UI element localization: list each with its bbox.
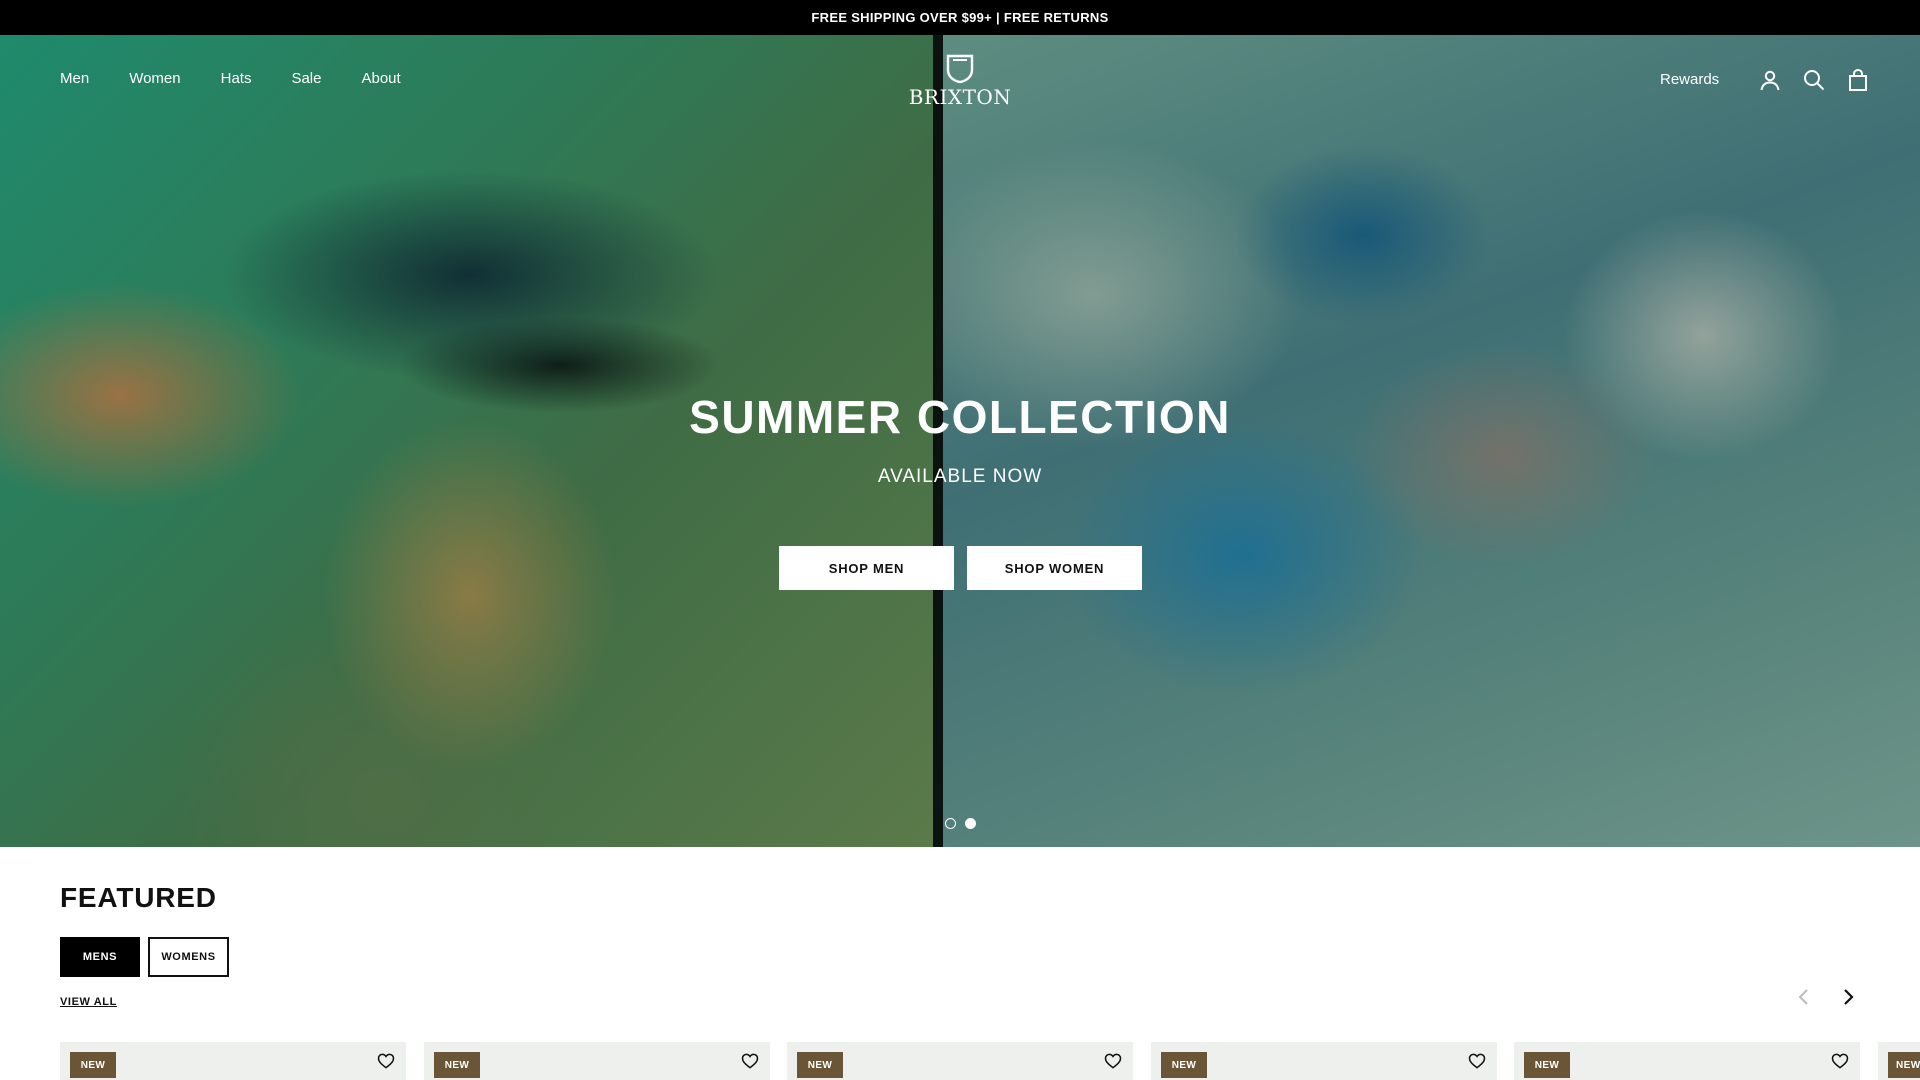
brand-logo[interactable]: BRIXTON [909,54,1011,110]
product-card[interactable]: NEW [1151,1042,1497,1080]
nav-women[interactable]: Women [129,70,180,87]
slide-dot-2[interactable] [965,818,976,829]
product-card[interactable]: NEW [1878,1042,1920,1080]
logo-text: BRIXTON [908,85,1012,109]
product-card[interactable]: NEW [424,1042,770,1080]
nav-about[interactable]: About [361,70,400,87]
bag-icon[interactable] [1846,68,1870,92]
carousel-prev-icon[interactable] [1792,985,1816,1009]
heart-icon[interactable] [740,1051,760,1071]
header-actions: Rewards [1660,68,1920,94]
heart-icon[interactable] [1103,1051,1123,1071]
new-badge: NEW [1888,1052,1920,1078]
slide-dot-1[interactable] [945,818,956,829]
heart-icon[interactable] [1830,1051,1850,1071]
heart-icon[interactable] [376,1051,396,1071]
nav-men[interactable]: Men [60,70,89,87]
shield-logo-icon [946,54,974,84]
announcement-text: FREE SHIPPING OVER $99+ | FREE RETURNS [811,10,1109,25]
account-icon[interactable] [1758,68,1782,92]
new-badge: NEW [1161,1052,1207,1078]
hero-title: SUMMER COLLECTION [689,391,1231,443]
view-all-link[interactable]: VIEW ALL [60,996,117,1008]
new-badge: NEW [434,1052,480,1078]
shop-women-button[interactable]: SHOP WOMEN [967,546,1142,590]
new-badge: NEW [1524,1052,1570,1078]
featured-title: FEATURED [60,882,217,913]
hero-subtitle: AVAILABLE NOW [877,466,1043,487]
product-card[interactable]: NEW [1514,1042,1860,1080]
product-card[interactable]: NEW [787,1042,1133,1080]
shop-men-button[interactable]: SHOP MEN [779,546,954,590]
heart-icon[interactable] [1467,1051,1487,1071]
new-badge: NEW [70,1052,116,1078]
nav-sale[interactable]: Sale [291,70,321,87]
carousel-next-icon[interactable] [1836,985,1860,1009]
rewards-link[interactable]: Rewards [1660,71,1719,88]
new-badge: NEW [797,1052,843,1078]
search-icon[interactable] [1802,68,1826,92]
announcement-bar: FREE SHIPPING OVER $99+ | FREE RETURNS [0,0,1920,35]
main-nav: Men Women Hats Sale About [60,70,441,87]
nav-hats[interactable]: Hats [221,70,252,87]
tab-mens[interactable]: MENS [60,937,140,977]
tab-womens[interactable]: WOMENS [148,937,229,977]
product-card[interactable]: NEW [60,1042,406,1080]
